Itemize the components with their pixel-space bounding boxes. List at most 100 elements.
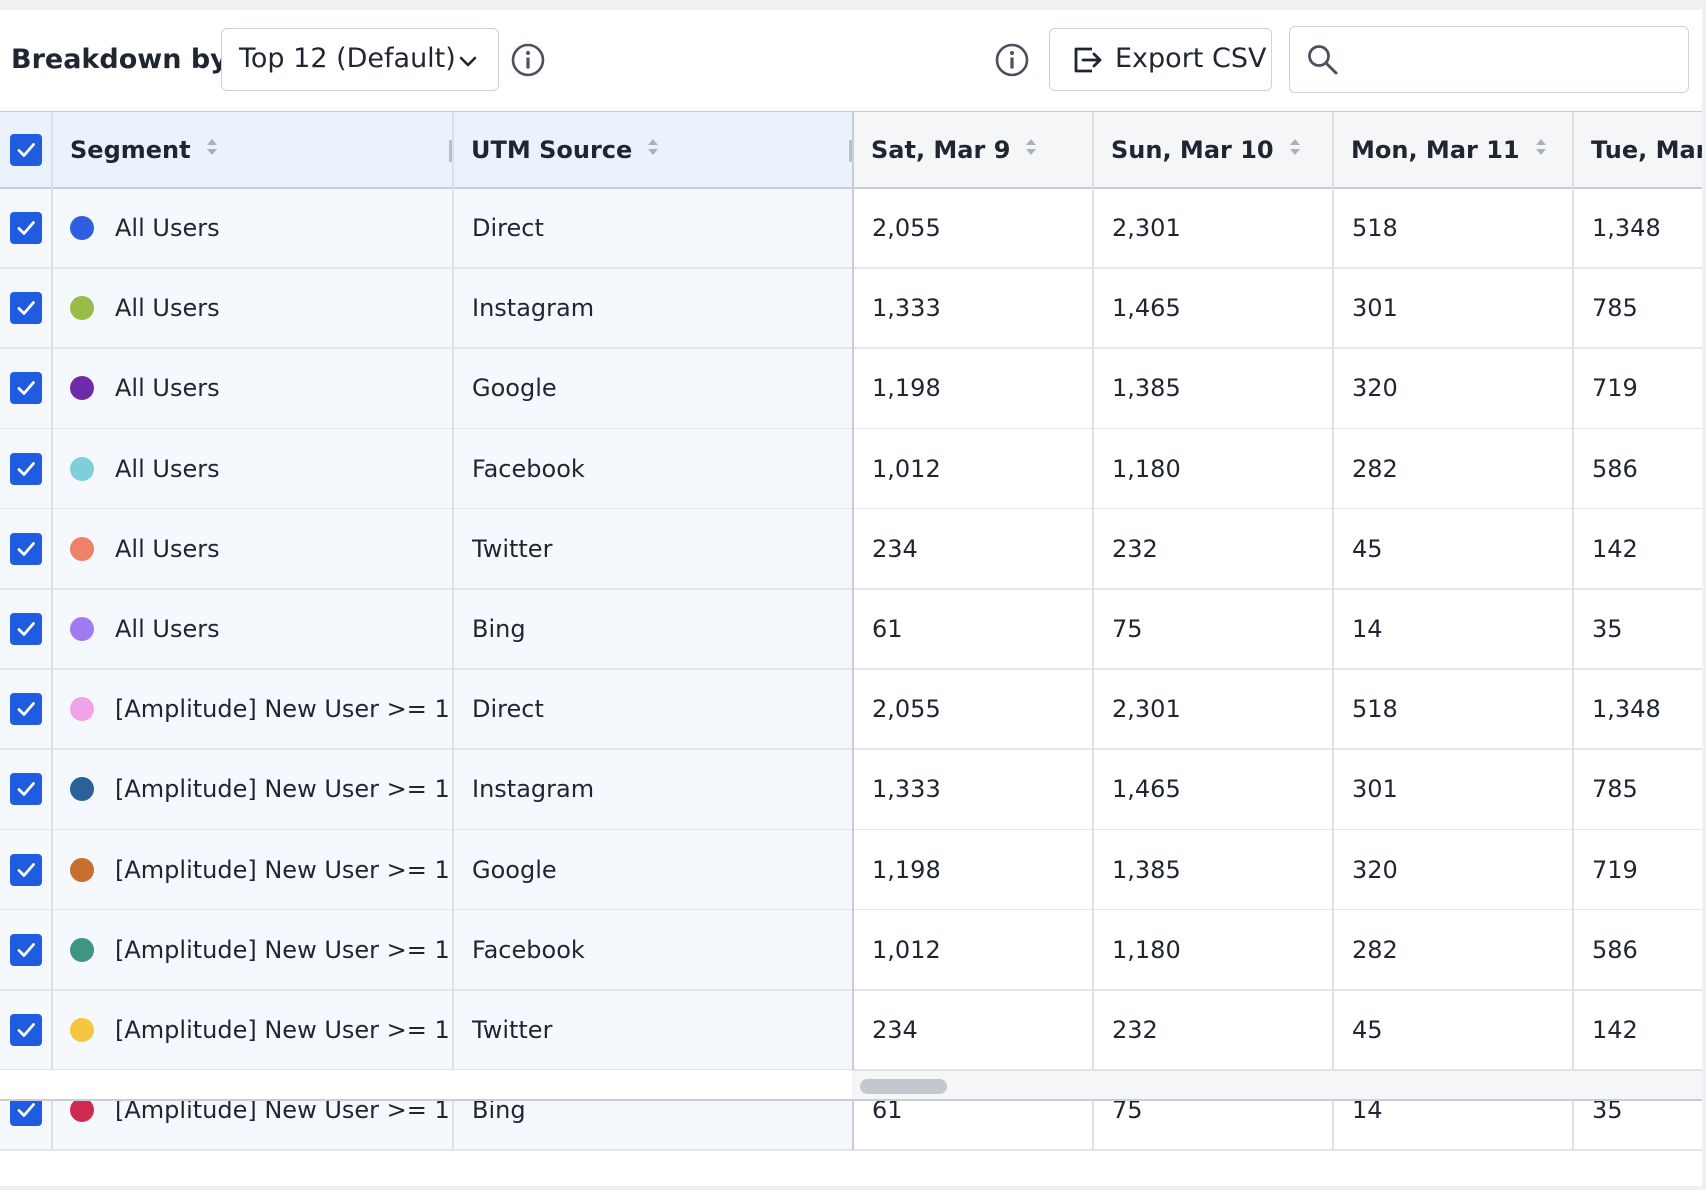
value-cell: 14 [1333, 589, 1573, 669]
sort-icon[interactable] [646, 135, 660, 165]
info-icon[interactable] [510, 42, 546, 82]
horizontal-scrollbar-track[interactable] [852, 1070, 1702, 1100]
breakdown-table-panel: Breakdown by: Top 12 (Default) Export CS… [0, 10, 1702, 1186]
date-column-header[interactable]: Mon, Mar 11 [1333, 112, 1573, 188]
segment-cell: All Users [52, 348, 453, 429]
value-text: 45 [1352, 534, 1383, 563]
export-csv-button[interactable]: Export CSV [1049, 28, 1272, 91]
segment-column-header[interactable]: Segment [52, 112, 453, 188]
search-icon [1306, 43, 1340, 81]
value-text: 234 [872, 534, 918, 563]
segment-column-label: Segment [70, 136, 191, 164]
utm-source-value: Facebook [472, 454, 585, 483]
row-checkbox[interactable] [10, 613, 42, 645]
utm-source-cell: Twitter [453, 508, 853, 589]
date-column-header[interactable]: Tue, Mar 1 [1573, 112, 1702, 188]
value-text: 320 [1352, 855, 1398, 884]
segment-name: All Users [115, 534, 220, 563]
select-all-checkbox[interactable] [10, 134, 42, 166]
date-column-label: Sun, Mar 10 [1111, 136, 1274, 164]
row-checkbox-cell [0, 589, 52, 669]
row-divider [0, 507, 1702, 510]
value-text: 1,465 [1112, 294, 1181, 323]
row-divider [0, 187, 1702, 189]
value-cell: 1,348 [1573, 188, 1702, 268]
breakdown-label: Breakdown by: [11, 44, 239, 75]
value-cell: 2,055 [853, 669, 1093, 750]
segment-cell: [Amplitude] New User >= 1 [52, 829, 453, 910]
utm-source-column-header[interactable]: UTM Source [453, 112, 853, 188]
segment-cell: All Users [52, 268, 453, 349]
info-icon[interactable] [994, 42, 1030, 82]
segment-name: [Amplitude] New User >= 1 [115, 935, 450, 964]
value-cell: 35 [1573, 589, 1702, 669]
search-input[interactable] [1289, 26, 1689, 93]
utm-source-value: Facebook [472, 935, 585, 964]
value-cell: 232 [1093, 508, 1333, 589]
column-divider [51, 112, 53, 1151]
utm-source-value: Direct [472, 214, 544, 242]
value-cell: 234 [853, 990, 1093, 1070]
sort-icon[interactable] [1534, 135, 1548, 165]
value-cell: 586 [1573, 428, 1702, 509]
utm-source-cell: Bing [453, 589, 853, 669]
utm-source-cell: Facebook [453, 428, 853, 509]
row-checkbox-cell [0, 909, 52, 990]
row-checkbox[interactable] [10, 773, 42, 806]
value-cell: 1,465 [1093, 268, 1333, 349]
segment-cell: All Users [52, 589, 453, 669]
segment-cell: All Users [52, 188, 453, 268]
row-checkbox[interactable] [10, 853, 42, 886]
table-toolbar: Breakdown by: Top 12 (Default) Export CS… [0, 10, 1702, 111]
value-cell: 1,198 [853, 829, 1093, 910]
date-column-header[interactable]: Sun, Mar 10 [1093, 112, 1333, 188]
utm-source-value: Direct [472, 695, 544, 724]
horizontal-scrollbar-thumb[interactable] [860, 1079, 947, 1094]
segment-cell: All Users [52, 428, 453, 509]
row-checkbox[interactable] [10, 212, 42, 244]
row-divider [0, 828, 1702, 831]
value-text: 2,055 [872, 695, 941, 724]
row-checkbox[interactable] [10, 532, 42, 565]
value-text: 61 [872, 615, 903, 643]
value-text: 301 [1352, 294, 1398, 323]
row-checkbox[interactable] [10, 452, 42, 485]
value-cell: 785 [1573, 749, 1702, 830]
breakdown-select[interactable]: Top 12 (Default) [221, 28, 499, 91]
value-cell: 1,333 [853, 268, 1093, 349]
sort-icon[interactable] [1288, 135, 1302, 165]
date-column-header[interactable]: Sat, Mar 9 [853, 112, 1093, 188]
row-divider [0, 1149, 1702, 1151]
value-cell: 320 [1333, 348, 1573, 429]
sort-icon[interactable] [1024, 135, 1038, 165]
export-csv-label: Export CSV [1115, 43, 1267, 74]
row-checkbox[interactable] [10, 933, 42, 966]
series-color-dot [70, 456, 94, 481]
value-cell: 785 [1573, 268, 1702, 349]
value-text: 2,301 [1112, 695, 1181, 724]
value-text: 518 [1352, 214, 1398, 242]
row-checkbox-cell [0, 829, 52, 910]
row-checkbox[interactable] [10, 292, 42, 325]
value-text: 1,465 [1112, 775, 1181, 804]
value-cell: 1,180 [1093, 909, 1333, 990]
row-checkbox-cell [0, 990, 52, 1070]
row-divider [0, 347, 1702, 349]
series-color-dot [70, 857, 94, 882]
row-checkbox[interactable] [10, 693, 42, 726]
utm-source-cell: Direct [453, 669, 853, 750]
segment-name: All Users [115, 214, 220, 242]
value-text: 2,055 [872, 214, 941, 242]
value-text: 234 [872, 1016, 918, 1044]
sort-icon[interactable] [205, 135, 219, 165]
column-divider [852, 112, 854, 1151]
date-column-label: Tue, Mar 1 [1591, 136, 1702, 164]
value-cell: 282 [1333, 428, 1573, 509]
table-bottom-border [0, 1099, 1702, 1101]
row-checkbox[interactable] [10, 1014, 42, 1046]
row-checkbox[interactable] [10, 372, 42, 405]
segment-cell: [Amplitude] New User >= 1 [52, 669, 453, 750]
value-cell: 61 [853, 589, 1093, 669]
column-divider [452, 112, 454, 1151]
chevron-down-icon [458, 51, 478, 75]
